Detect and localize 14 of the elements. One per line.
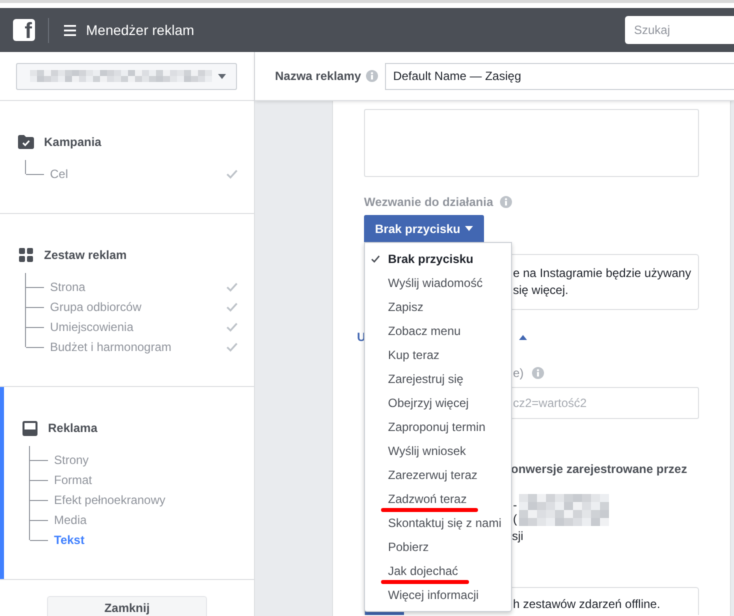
field-label: Nazwa reklamy	[275, 68, 362, 85]
text-fragment: (	[513, 512, 517, 526]
text-fragment: -	[513, 498, 517, 512]
text-fragment: sji	[512, 529, 524, 543]
section-title: Kampania	[44, 134, 102, 150]
app-title: Menedżer reklam	[86, 20, 194, 40]
field-label: e)	[513, 366, 524, 380]
info-text: się więcej.	[513, 282, 570, 299]
field-label: Wezwanie do działania	[364, 195, 494, 209]
section-title: Zestaw reklam	[44, 247, 127, 263]
info-text: e na Instagramie będzie używany	[513, 265, 692, 282]
section-heading: onwersje zarejestrowane przez	[511, 462, 688, 476]
info-text: h zestawów zdarzeń offline.	[513, 596, 660, 613]
section-title: Reklama	[48, 420, 98, 436]
